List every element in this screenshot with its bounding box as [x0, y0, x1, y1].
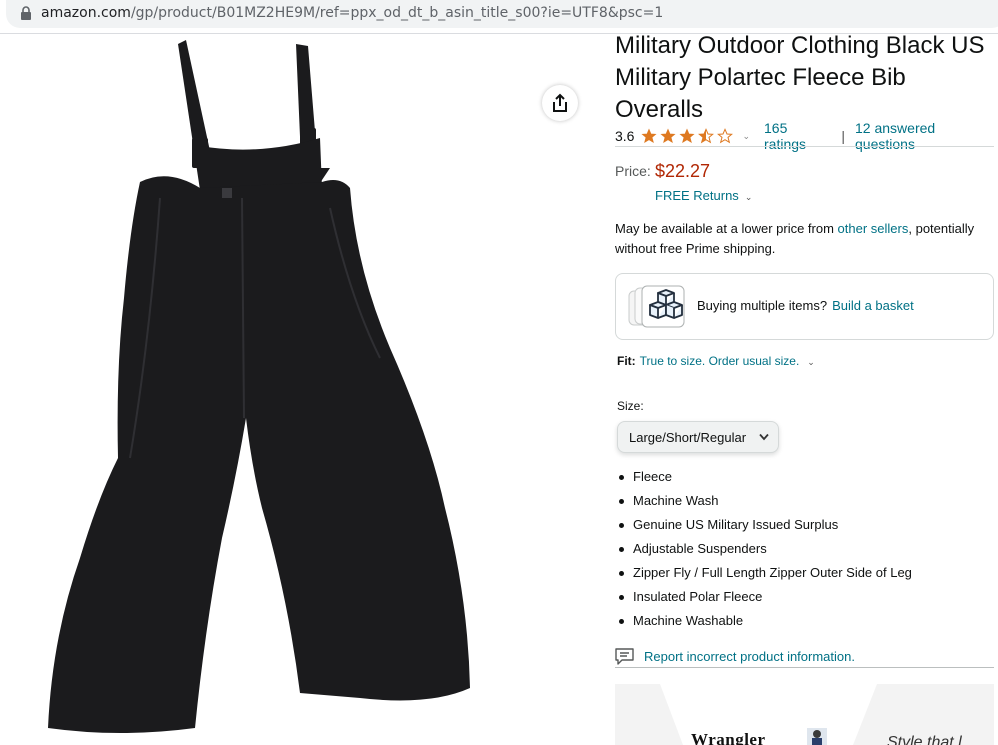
- product-image: [48, 40, 470, 733]
- chevron-down-icon[interactable]: ⌄: [807, 357, 815, 367]
- fit-label: Fit:: [617, 354, 636, 368]
- share-icon: [553, 93, 567, 112]
- answered-questions-link[interactable]: 12 answered questions: [855, 120, 995, 152]
- url-text[interactable]: amazon.com/gp/product/B01MZ2HE9M/ref=ppx…: [41, 4, 663, 22]
- ad-tagline: Style that l: [887, 734, 962, 745]
- feedback-icon: [615, 648, 634, 665]
- feature-bullet: Machine Washable: [615, 610, 995, 634]
- feature-bullet: Machine Wash: [615, 490, 995, 514]
- feature-bullet: Insulated Polar Fleece: [615, 586, 995, 610]
- size-dropdown[interactable]: Large/Short/Regular: [617, 421, 779, 453]
- feature-bullet: Genuine US Military Issued Surplus: [615, 514, 995, 538]
- feature-bullet: Fleece: [615, 466, 995, 490]
- basket-question: Buying multiple items?: [697, 298, 828, 313]
- report-incorrect-info-link[interactable]: Report incorrect product information.: [644, 649, 855, 664]
- price-label: Price:: [615, 163, 651, 179]
- price: $22.27: [655, 161, 711, 181]
- chevron-down-icon: [759, 433, 769, 441]
- star-full-icon: [660, 128, 676, 144]
- other-sellers-link[interactable]: other sellers: [838, 221, 909, 236]
- basket-prompt: Buying multiple items? Build a basket: [697, 298, 914, 313]
- divider: [615, 146, 994, 147]
- feature-bullets: Fleece Machine Wash Genuine US Military …: [615, 466, 995, 634]
- star-rating[interactable]: [641, 128, 736, 144]
- product-title: Military Outdoor Clothing Black US Milit…: [615, 32, 985, 123]
- product-image-panel[interactable]: [0, 38, 587, 738]
- ad-model-thumbnail: [807, 728, 827, 745]
- fit-value-link[interactable]: True to size. Order usual size.: [640, 354, 800, 368]
- size-selected-value: Large/Short/Regular: [629, 429, 747, 445]
- report-row: Report incorrect product information.: [615, 648, 994, 668]
- chevron-down-icon[interactable]: ⌄: [742, 131, 750, 142]
- star-full-icon: [679, 128, 695, 144]
- feature-bullet: Zipper Fly / Full Length Zipper Outer Si…: [615, 562, 995, 586]
- browser-url-bar[interactable]: amazon.com/gp/product/B01MZ2HE9M/ref=ppx…: [0, 0, 998, 33]
- rating-row: 3.6 ⌄ 165 ratings | 12 answered question…: [615, 120, 995, 152]
- rating-separator: |: [841, 128, 846, 144]
- share-button[interactable]: [542, 85, 578, 121]
- rating-value: 3.6: [615, 128, 635, 144]
- free-returns-link[interactable]: FREE Returns ⌄: [655, 188, 752, 203]
- ad-brand-logo: Wrangler: [691, 730, 766, 745]
- url-path: /gp/product/B01MZ2HE9M/ref=ppx_od_dt_b_a…: [130, 5, 664, 21]
- url-host: amazon.com: [41, 5, 131, 21]
- build-basket-box: Buying multiple items? Build a basket: [615, 273, 994, 340]
- availability-prefix: May be available at a lower price from: [615, 221, 838, 236]
- build-basket-link[interactable]: Build a basket: [832, 298, 914, 313]
- star-empty-icon: [717, 128, 734, 144]
- sponsored-ad-banner[interactable]: Wrangler Style that l: [615, 684, 994, 745]
- availability-note: May be available at a lower price from o…: [615, 219, 995, 259]
- feature-bullet: Adjustable Suspenders: [615, 538, 995, 562]
- star-half-icon: [698, 128, 715, 144]
- free-returns-label: FREE Returns: [655, 188, 739, 203]
- chevron-down-icon: ⌄: [744, 192, 753, 202]
- lock-icon: [21, 6, 31, 20]
- boxes-icon: [628, 285, 685, 328]
- size-label: Size:: [617, 399, 644, 413]
- fit-row: Fit: True to size. Order usual size. ⌄: [617, 354, 815, 368]
- ratings-count-link[interactable]: 165 ratings: [764, 120, 831, 152]
- star-full-icon: [641, 128, 657, 144]
